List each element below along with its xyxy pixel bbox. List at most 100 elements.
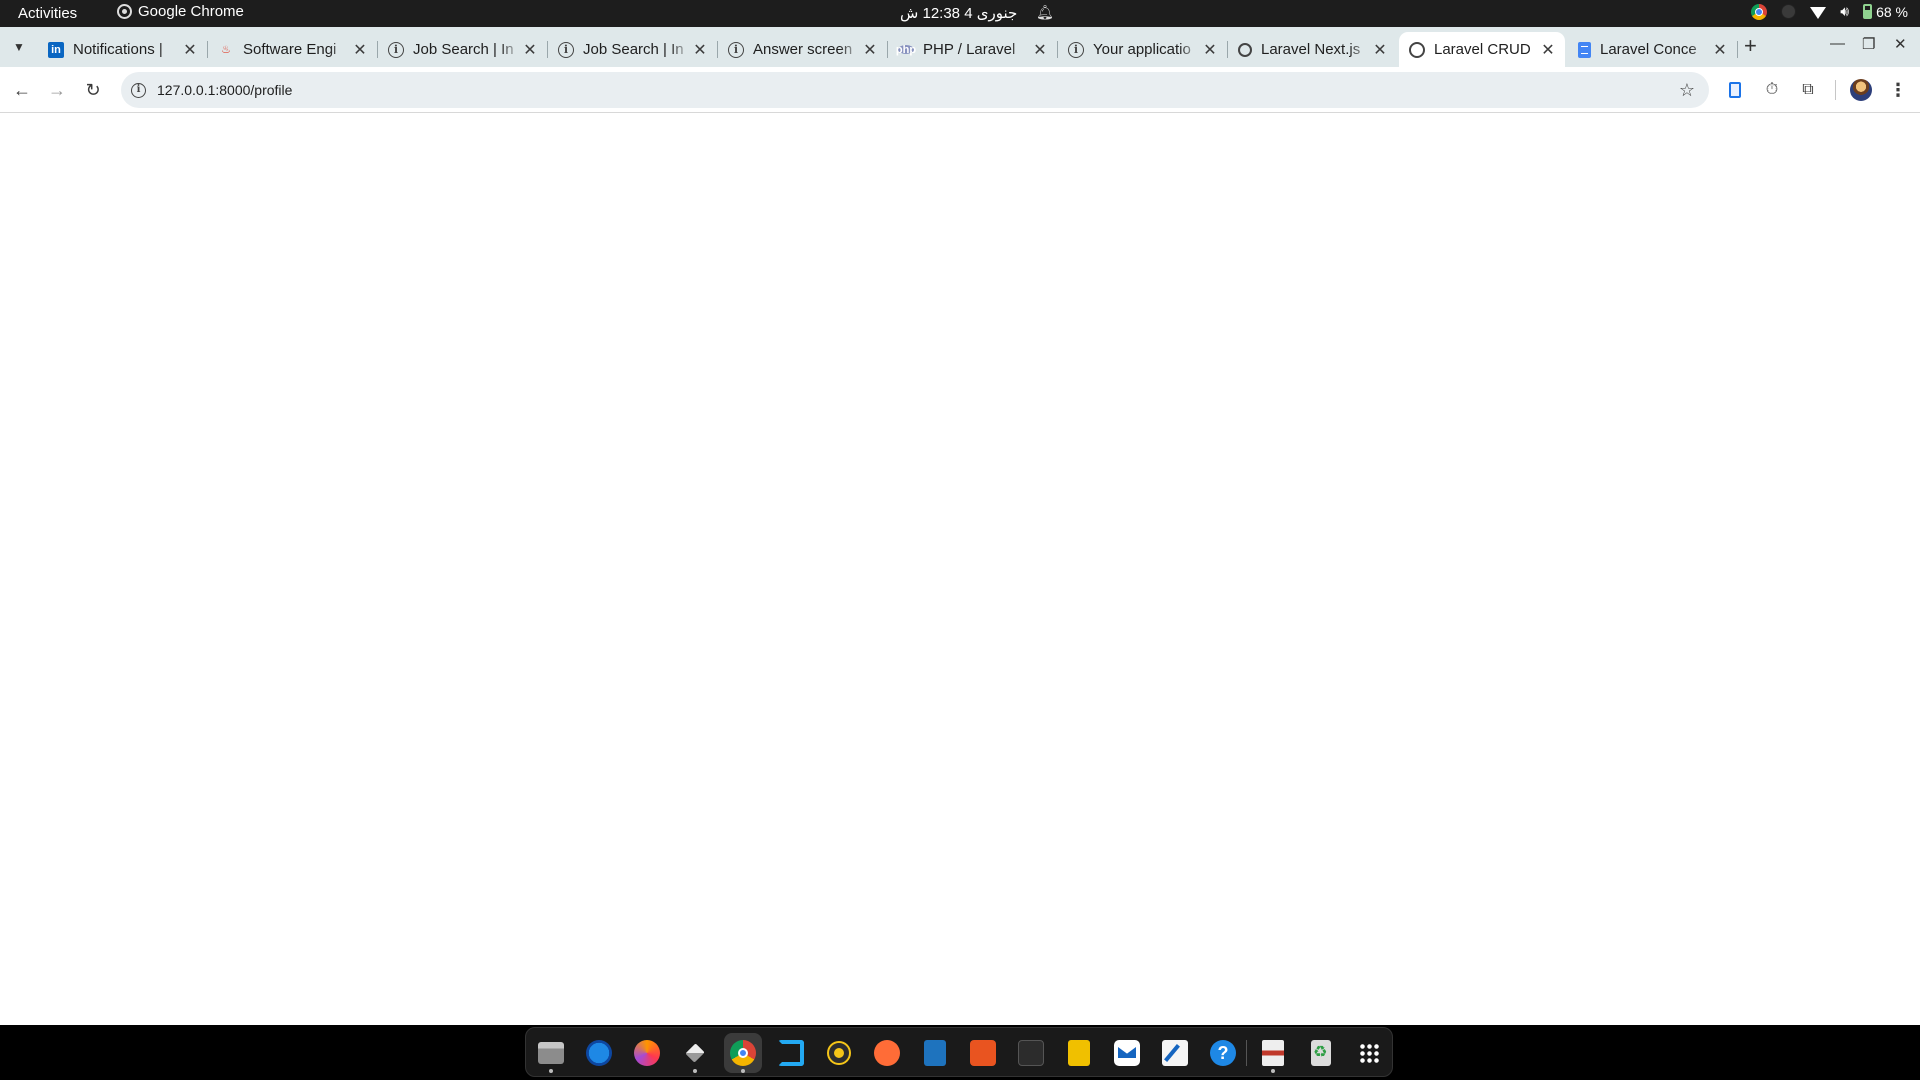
dock-separator [1246,1040,1247,1066]
openai-icon [1238,42,1252,57]
text-editor-icon[interactable] [1156,1033,1194,1073]
running-dot [693,1069,697,1073]
tab[interactable]: in Notifications | ✕ [38,32,208,67]
firefox-icon-shape [634,1040,660,1066]
activities-button[interactable]: Activities [18,5,77,22]
help-icon-shape: ? [1210,1040,1236,1066]
address-bar[interactable]: i 127.0.0.1:8000/profile ☆ [121,72,1709,108]
vscode-icon[interactable] [772,1033,810,1073]
close-icon[interactable]: ✕ [1031,40,1049,60]
toolbar-divider [1835,80,1836,100]
close-icon[interactable]: ✕ [1711,40,1729,60]
package-icon-shape [685,1043,705,1063]
close-icon[interactable]: ✕ [521,40,539,60]
tab-title: Job Search | In [583,41,684,58]
rhythmbox-icon-shape [829,1043,849,1063]
writer-icon-shape [924,1040,946,1066]
browser-toolbar: ← → ↻ i 127.0.0.1:8000/profile ☆ ⏱ ⧉ ⋮ [0,67,1920,113]
tab[interactable]: Laravel Conce ✕ [1568,32,1738,67]
theme-icon[interactable] [1781,4,1797,19]
running-dot [741,1069,745,1073]
page-viewport [0,114,1920,1025]
bookmark-star-icon[interactable]: ☆ [1679,80,1695,101]
tab-search-button[interactable]: ▼ [6,34,32,60]
terminal-icon[interactable] [1012,1033,1050,1073]
thunderbird-icon-shape [586,1040,612,1066]
minimize-icon[interactable]: — [1830,35,1845,52]
tab[interactable]: ♨ Software Engi ✕ [208,32,378,67]
mail-icon[interactable] [1108,1033,1146,1073]
close-icon[interactable]: ✕ [181,40,199,60]
kebab-menu-icon[interactable]: ⋮ [1887,79,1909,101]
mail-icon-shape [1114,1040,1140,1066]
close-icon[interactable]: ✕ [861,40,879,60]
package-manager-icon[interactable] [676,1033,714,1073]
tab[interactable]: i Answer screen ✕ [718,32,888,67]
back-icon[interactable]: ← [9,77,35,103]
running-dot [1271,1069,1275,1073]
site-info-icon[interactable]: i [131,82,146,98]
extension-icon[interactable] [1724,79,1746,101]
chrome-icon-shape [730,1040,756,1066]
window-close-icon[interactable]: ✕ [1894,35,1907,53]
volume-icon[interactable]: 🔊︎ [1840,3,1849,20]
tab-title: Notifications | [73,41,163,58]
tab[interactable]: php PHP / Laravel ✕ [888,32,1058,67]
info-icon: i [728,41,744,58]
text-editor-icon-shape [1162,1040,1188,1066]
firefox-icon[interactable] [628,1033,666,1073]
info-icon: i [388,41,404,58]
linkedin-icon: in [48,41,64,58]
forward-icon[interactable]: → [44,77,70,103]
battery-indicator[interactable]: 68 % [1863,4,1908,20]
tab-strip: ▼ in Notifications | ✕ ♨ Software Engi ✕… [0,27,1920,67]
files-icon-shape [538,1042,564,1064]
tab-separator [1737,41,1738,58]
php-icon: php [895,43,917,56]
chrome-dock-icon[interactable] [724,1033,762,1073]
app-menu[interactable]: Google Chrome [117,3,244,20]
reload-icon[interactable]: ↻ [80,77,106,103]
tab-active[interactable]: Laravel CRUD ✕ [1399,32,1565,67]
app-grid-icon[interactable] [1350,1033,1388,1073]
tab[interactable]: Laravel Next.js ✕ [1228,32,1397,67]
postman-icon-shape [874,1040,900,1066]
battery-percent: 68 % [1876,3,1908,20]
chrome-icon[interactable] [1751,3,1768,20]
wifi-icon[interactable] [1810,6,1827,19]
close-icon[interactable]: ✕ [351,40,369,60]
close-icon[interactable]: ✕ [1201,40,1219,60]
tab-title: Answer screen [753,41,853,58]
timer-extension-icon[interactable]: ⏱ [1761,79,1783,101]
close-icon[interactable]: ✕ [1371,40,1389,60]
writer-icon[interactable] [916,1033,954,1073]
tab-title: Laravel Conce [1600,41,1697,58]
system-tray[interactable]: 🔊︎ 68 % [1751,3,1908,20]
restore-icon[interactable]: ❐ [1862,35,1875,53]
bell-icon[interactable]: 🔔︎ [1036,4,1054,21]
image-viewer-icon[interactable] [1254,1033,1292,1073]
extension-shape [1729,82,1741,98]
postman-icon[interactable] [868,1033,906,1073]
url-text[interactable]: 127.0.0.1:8000/profile [157,82,292,98]
new-tab-button[interactable]: + [1744,35,1757,57]
avatar[interactable] [1850,79,1872,101]
help-icon[interactable]: ? [1204,1033,1242,1073]
tab[interactable]: i Job Search | In ✕ [378,32,548,67]
tab-title: Job Search | In [413,41,514,58]
app-grid-icon-shape [1359,1043,1379,1063]
rhythmbox-icon[interactable] [820,1033,858,1073]
info-icon: i [558,41,574,58]
clock[interactable]: جنوری 4 12:38 ش [900,4,1017,22]
close-icon[interactable]: ✕ [1539,40,1557,60]
tab[interactable]: i Your applicatio ✕ [1058,32,1228,67]
thunderbird-icon[interactable] [580,1033,618,1073]
tab-title: Software Engi [243,41,337,58]
trash-icon[interactable] [1302,1033,1340,1073]
calculator-icon[interactable] [1060,1033,1098,1073]
close-icon[interactable]: ✕ [691,40,709,60]
files-icon[interactable] [532,1033,570,1073]
puzzle-icon[interactable]: ⧉ [1797,79,1819,101]
software-center-icon[interactable] [964,1033,1002,1073]
tab[interactable]: i Job Search | In ✕ [548,32,718,67]
